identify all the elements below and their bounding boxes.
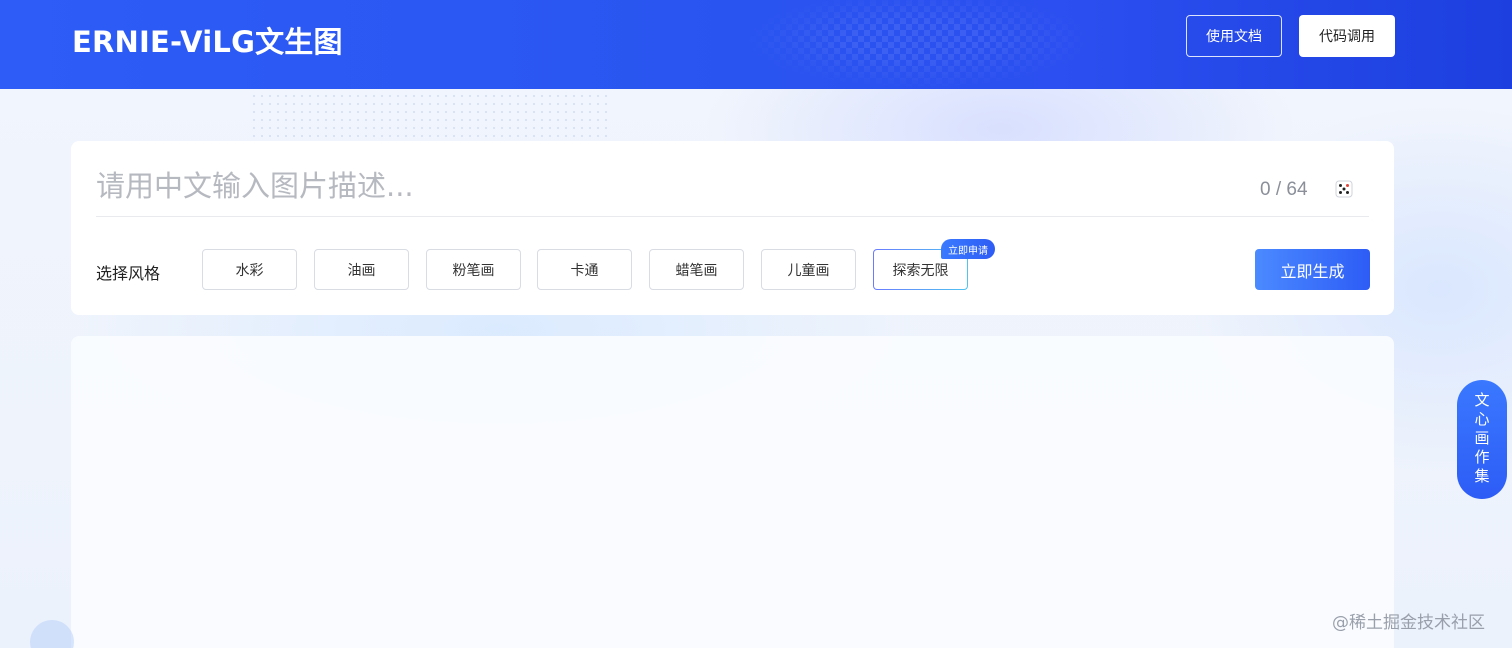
app-logo[interactable]: ERNIE-ViLG文生图 [72,19,343,61]
gallery-label: 文心画作集 [1472,392,1491,487]
style-option-watercolor[interactable]: 水彩 [202,249,297,290]
style-option-oil[interactable]: 油画 [314,249,409,290]
style-label: 选择风格 [96,264,161,283]
header-pattern [720,0,1140,89]
divider [96,216,1369,217]
prompt-card: 0 / 64 选择风格 水彩 油画 粉笔画 卡通 蜡笔画 儿童画 探索无限 立即… [71,141,1394,315]
top-header: ERNIE-ViLG文生图 使用文档 代码调用 [0,0,1512,89]
style-option-chalk[interactable]: 粉笔画 [426,249,521,290]
dot-pattern [250,92,610,142]
style-option-cartoon[interactable]: 卡通 [537,249,632,290]
gallery-float-button[interactable]: 文心画作集 [1457,380,1507,499]
watermark: @稀土掘金技术社区 [1332,613,1485,633]
style-option-kids[interactable]: 儿童画 [761,249,856,290]
generate-button[interactable]: 立即生成 [1255,249,1370,290]
style-option-crayon[interactable]: 蜡笔画 [649,249,744,290]
result-area [71,336,1394,648]
prompt-input[interactable] [96,163,1196,209]
apply-now-badge[interactable]: 立即申请 [941,239,995,259]
code-api-button[interactable]: 代码调用 [1299,15,1395,57]
char-counter: 0 / 64 [1260,179,1308,200]
docs-button[interactable]: 使用文档 [1186,15,1282,57]
dice-icon[interactable] [1333,178,1355,200]
